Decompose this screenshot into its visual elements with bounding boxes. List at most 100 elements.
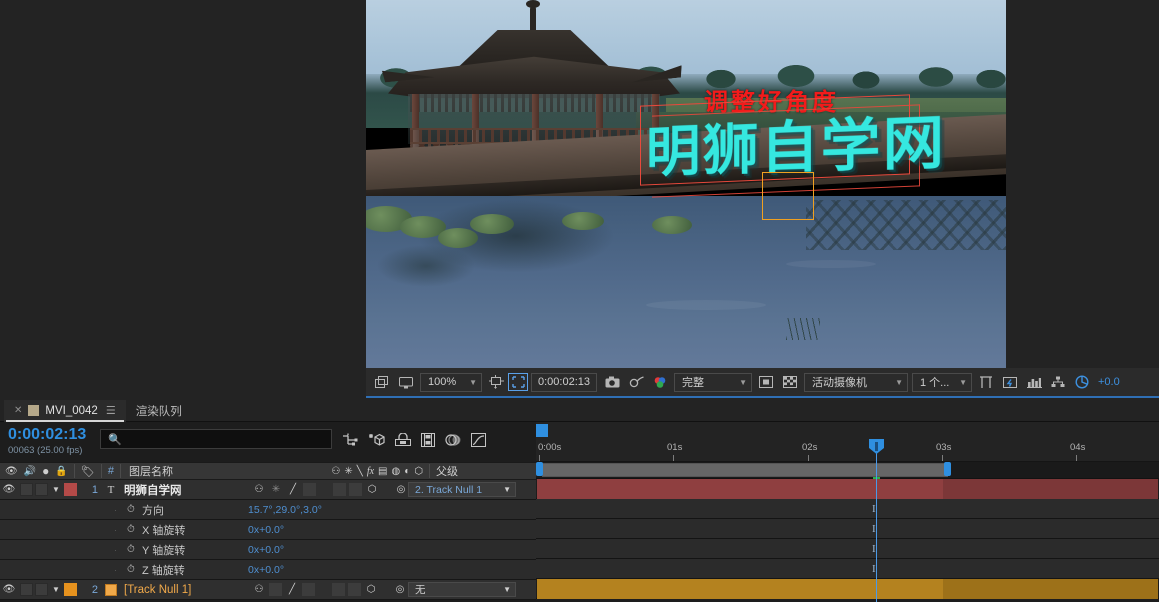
frame-blend-switch[interactable] <box>332 583 345 596</box>
graph-editor-icon[interactable] <box>471 433 486 447</box>
layer-solo-toggle[interactable] <box>35 483 48 496</box>
close-icon[interactable]: ✕ <box>14 405 22 416</box>
property-row-z-rotation[interactable]: · ⏱ Z 轴旋转 0x+0.0° <box>0 560 536 580</box>
stopwatch-icon[interactable]: ⏱ <box>127 524 135 535</box>
show-channel-icon[interactable] <box>648 371 672 393</box>
layer-bar-null[interactable] <box>537 579 943 599</box>
panel-menu-icon[interactable]: ☰ <box>106 404 116 417</box>
effects-switch[interactable] <box>303 483 316 496</box>
layer-name[interactable]: [Track Null 1] <box>124 584 191 596</box>
composition-preview-panel[interactable]: 调整好角度 明狮自学网 <box>366 0 1006 368</box>
layer-audio-toggle[interactable] <box>20 583 33 596</box>
always-preview-this-view-icon[interactable] <box>370 371 394 393</box>
layer-audio-toggle[interactable] <box>20 483 33 496</box>
pixel-aspect-correction-icon[interactable] <box>998 371 1022 393</box>
null-object-handle[interactable] <box>762 172 814 220</box>
property-row-x-rotation[interactable]: · ⏱ X 轴旋转 0x+0.0° <box>0 520 536 540</box>
layer-bar-text-extension[interactable] <box>943 479 1158 499</box>
composition-viewport[interactable]: 调整好角度 明狮自学网 <box>366 0 1006 368</box>
frame-blending-icon[interactable] <box>421 433 435 447</box>
quality-icon[interactable]: ╱ <box>285 584 299 595</box>
layer-visibility-toggle[interactable]: 👁 <box>0 484 18 495</box>
table-row[interactable]: 👁 ▼ 1 T 明狮自学网 ⚇ ✳ ╱ ⬡ ◎ 2. Track Null 1 … <box>0 480 536 500</box>
three-d-icon[interactable]: ⬡ <box>365 484 379 495</box>
property-value[interactable]: 0x+0.0° <box>248 564 284 576</box>
camera-icon[interactable] <box>600 371 624 393</box>
tab-mvi-0042[interactable]: ✕ MVI_0042 ☰ <box>4 399 126 422</box>
three-d-icon[interactable]: ⬡ <box>364 584 378 595</box>
three-d-icon: ⬡ <box>414 465 423 477</box>
time-navigator[interactable] <box>536 462 1159 480</box>
work-area-bar[interactable] <box>542 463 948 477</box>
magnification-select[interactable]: 100% ▼ <box>420 372 482 392</box>
adjustment-icon[interactable]: ◎ <box>394 484 408 495</box>
layer-solo-toggle[interactable] <box>35 583 48 596</box>
property-row-orientation[interactable]: · ⏱ 方向 15.7°,29.0°,3.0° <box>0 500 536 520</box>
layer-bar-null-extension[interactable] <box>943 579 1158 599</box>
collapse-switch[interactable] <box>269 583 282 596</box>
transparency-grid-icon[interactable] <box>778 371 802 393</box>
property-value[interactable]: 15.7°,29.0°,3.0° <box>248 504 322 516</box>
stopwatch-icon[interactable]: ⏱ <box>127 504 135 515</box>
search-input[interactable]: 🔍 <box>100 429 332 449</box>
work-area-start-handle[interactable] <box>536 462 543 476</box>
region-of-interest-toggle-icon[interactable] <box>974 371 998 393</box>
shy-icon[interactable]: ⚇ <box>252 484 266 495</box>
track-layer-2[interactable] <box>536 579 1159 599</box>
chevron-down-icon: ▼ <box>503 585 511 594</box>
draft-3d-icon[interactable] <box>368 433 385 448</box>
composition-mini-flowchart-icon[interactable] <box>342 433 358 447</box>
stopwatch-icon[interactable]: ⏱ <box>127 564 135 575</box>
layer-visibility-toggle[interactable]: 👁 <box>0 584 18 595</box>
stopwatch-icon[interactable]: ⏱ <box>127 544 135 555</box>
track-property-x-rotation[interactable]: I <box>536 519 1159 539</box>
motion-blur-switch[interactable] <box>349 483 362 496</box>
quality-icon[interactable]: ╱ <box>286 484 300 495</box>
property-value[interactable]: 0x+0.0° <box>248 544 284 556</box>
track-property-orientation[interactable]: I <box>536 499 1159 519</box>
work-area-end-handle[interactable] <box>944 462 951 476</box>
layer-expand-triangle[interactable]: ▼ <box>48 485 64 494</box>
frame-blend-switch[interactable] <box>333 483 346 496</box>
layer-label-swatch[interactable] <box>64 583 77 596</box>
adjustment-icon[interactable]: ◎ <box>393 584 407 595</box>
region-of-interest-icon[interactable] <box>508 373 528 391</box>
timeline-graph-area[interactable]: 0:00s 01s 02s 03s 04s I I I I <box>536 422 1159 602</box>
timeline-link-icon[interactable] <box>1046 371 1070 393</box>
layer-bar-text[interactable] <box>537 479 943 499</box>
track-property-y-rotation[interactable]: I <box>536 539 1159 559</box>
motion-blur-switch[interactable] <box>348 583 361 596</box>
fast-preview-icon[interactable] <box>1022 371 1046 393</box>
exposure-value[interactable]: +0.0 <box>1094 376 1120 388</box>
camera-view-select[interactable]: 活动摄像机 ▼ <box>804 372 908 392</box>
playhead[interactable] <box>869 439 884 602</box>
main-viewer-icon[interactable] <box>394 371 418 393</box>
layer-expand-triangle[interactable]: ▼ <box>48 585 64 594</box>
track-property-z-rotation[interactable]: I <box>536 559 1159 579</box>
shy-icon[interactable]: ⚇ <box>252 584 266 595</box>
property-row-y-rotation[interactable]: · ⏱ Y 轴旋转 0x+0.0° <box>0 540 536 560</box>
toggle-mask-icon[interactable] <box>754 371 778 393</box>
reset-exposure-icon[interactable] <box>1070 371 1094 393</box>
show-snapshot-icon[interactable] <box>624 371 648 393</box>
resolution-icon[interactable] <box>484 371 508 393</box>
collapse-transform-icon[interactable]: ✳ <box>269 484 283 495</box>
parent-select[interactable]: 无 ▼ <box>408 582 516 597</box>
search-field[interactable] <box>125 433 321 445</box>
layer-rows: 👁 ▼ 1 T 明狮自学网 ⚇ ✳ ╱ ⬡ ◎ 2. Track Null 1 … <box>0 480 536 602</box>
view-layout-select[interactable]: 1 个... ▼ <box>912 372 972 392</box>
time-ruler[interactable]: 0:00s 01s 02s 03s 04s <box>536 440 1159 462</box>
track-layer-1[interactable] <box>536 479 1159 499</box>
hide-shy-layers-icon[interactable] <box>395 433 411 447</box>
motion-blur-icon[interactable] <box>445 433 461 447</box>
effects-switch[interactable] <box>302 583 315 596</box>
tab-render-queue[interactable]: 渲染队列 <box>126 400 192 422</box>
table-row[interactable]: 👁 ▼ 2 [Track Null 1] ⚇ ╱ ⬡ ◎ 无 ▼ <box>0 580 536 600</box>
parent-select[interactable]: 2. Track Null 1 ▼ <box>408 482 516 497</box>
current-timecode[interactable]: 0:00:02:13 <box>8 426 86 444</box>
layer-label-swatch[interactable] <box>64 483 77 496</box>
comp-timecode-field[interactable]: 0:00:02:13 <box>531 372 597 392</box>
resolution-quality-select[interactable]: 完整 ▼ <box>674 372 752 392</box>
layer-name[interactable]: 明狮自学网 <box>124 482 182 498</box>
property-value[interactable]: 0x+0.0° <box>248 524 284 536</box>
